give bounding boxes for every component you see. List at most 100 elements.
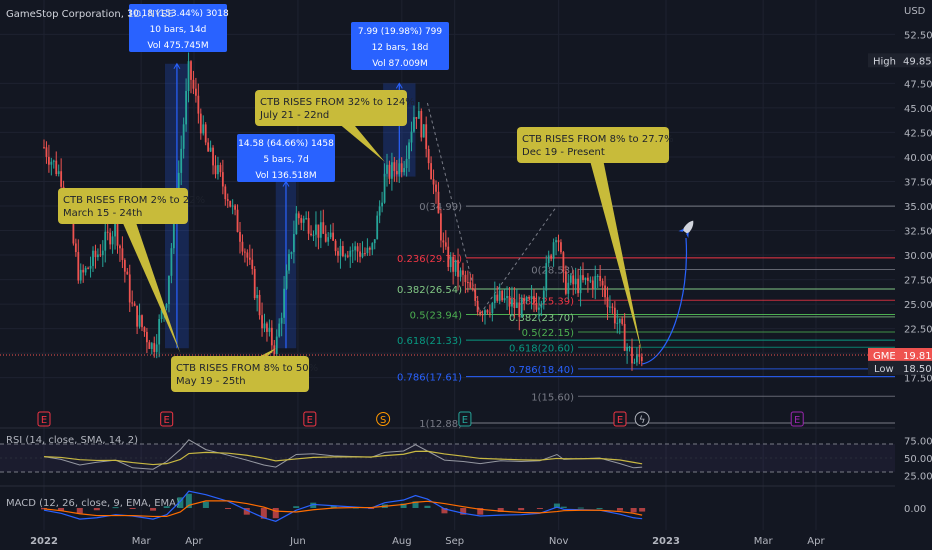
candle-body — [209, 147, 212, 152]
candle-body — [528, 297, 530, 299]
candle-body — [613, 307, 616, 324]
candle-body — [202, 124, 205, 134]
candle-body — [253, 268, 256, 299]
low-tag-value: 18.50 — [903, 364, 932, 375]
candle-body — [564, 271, 567, 294]
candle-body — [251, 259, 254, 269]
macd-tick-label: 0.00 — [904, 504, 926, 515]
candle-body — [334, 240, 337, 252]
candle-body — [393, 162, 396, 171]
y-tick-label: 37.50 — [904, 177, 932, 188]
macd-histogram-bar — [76, 508, 83, 514]
callout-line: March 15 - 24th — [63, 208, 142, 219]
candle-body — [288, 254, 290, 271]
fib-level-label: 0(28.53) — [531, 265, 574, 276]
fib-level-label: 0.786(17.61) — [397, 373, 462, 384]
candle-body — [361, 253, 364, 257]
candle-body — [165, 304, 168, 308]
candle-body — [403, 168, 406, 173]
candle-body — [574, 278, 577, 285]
candle-body — [395, 170, 398, 175]
candle-body — [449, 256, 452, 268]
x-tick-label: Jun — [289, 536, 306, 547]
candle-body — [148, 342, 151, 349]
currency-label: USD — [904, 6, 926, 17]
candle-body — [420, 110, 423, 138]
candle-body — [79, 269, 82, 281]
candle-body — [493, 294, 496, 303]
candle-body — [378, 206, 381, 216]
candle-body — [315, 224, 317, 235]
macd-histogram-bar — [93, 508, 100, 511]
price-axis[interactable]: 17.5020.0022.5025.0027.5030.0032.5035.00… — [904, 30, 932, 384]
macd-title: MACD (12, 26, close, 9, EMA, EMA) — [6, 498, 180, 509]
candle-body — [621, 318, 624, 324]
y-tick-label: 42.50 — [904, 128, 932, 139]
callout-line: CTB RISES FROM 8% to 50% — [176, 363, 318, 374]
rsi-tick-label: 75.00 — [904, 437, 932, 448]
candle-body — [234, 205, 236, 210]
candle-body — [217, 165, 219, 175]
x-tick-label: Nov — [549, 536, 569, 547]
candle-body — [236, 209, 239, 233]
candle-body — [459, 270, 462, 277]
candle-body — [332, 232, 334, 241]
candle-body — [491, 302, 494, 314]
candle-body — [182, 124, 185, 149]
macd-histogram-bar — [639, 508, 646, 512]
candle-body — [555, 240, 557, 243]
macd-histogram-bar — [596, 508, 603, 509]
candle-body — [533, 296, 535, 303]
candle-body — [324, 233, 327, 242]
candle-body — [141, 315, 143, 328]
candle-body — [538, 307, 540, 310]
y-tick-label: 52.50 — [904, 30, 932, 41]
callout-line: CTB RISES FROM 2% to 22% — [63, 195, 205, 206]
candle-body — [212, 147, 214, 166]
candle-body — [199, 113, 202, 134]
candle-body — [628, 347, 631, 349]
candle-body — [317, 224, 320, 238]
trading-chart[interactable]: 0(34.99)0.236(29.71)0.382(26.54)0.5(23.9… — [0, 0, 932, 550]
candle-body — [410, 131, 413, 143]
x-tick-label: Apr — [807, 536, 825, 547]
candle-body — [356, 246, 359, 252]
candle-body — [400, 163, 403, 173]
candle-body — [97, 254, 99, 258]
candle-body — [366, 247, 369, 254]
candle-body — [579, 275, 582, 294]
candle-body — [346, 255, 349, 257]
candle-body — [567, 282, 570, 294]
candle-body — [344, 255, 347, 257]
candle-body — [530, 296, 533, 299]
candle-body — [437, 191, 440, 214]
candle-body — [462, 270, 464, 275]
candle-body — [60, 171, 63, 187]
candle-body — [192, 79, 195, 89]
callout-line: May 19 - 25th — [176, 376, 246, 387]
candle-body — [241, 241, 244, 252]
candle-body — [481, 314, 484, 316]
candle-body — [557, 240, 560, 243]
candle-body — [417, 110, 420, 119]
candle-body — [43, 147, 45, 149]
event-marker-glyph: S — [380, 415, 386, 426]
candle-body — [50, 161, 53, 165]
candle-body — [623, 323, 626, 351]
candle-body — [582, 275, 584, 281]
candle-body — [545, 263, 548, 291]
candle-body — [146, 331, 148, 343]
candle-body — [221, 172, 224, 187]
candle-body — [339, 246, 342, 256]
candle-body — [89, 265, 92, 269]
candle-body — [405, 158, 408, 169]
candle-body — [133, 303, 136, 306]
candle-body — [111, 236, 114, 245]
y-tick-label: 40.00 — [904, 153, 932, 164]
candle-body — [280, 317, 283, 324]
event-marker-glyph: E — [462, 415, 468, 426]
candle-body — [408, 142, 410, 159]
candle-body — [207, 142, 210, 152]
candle-body — [106, 231, 109, 233]
candle-body — [123, 259, 126, 272]
